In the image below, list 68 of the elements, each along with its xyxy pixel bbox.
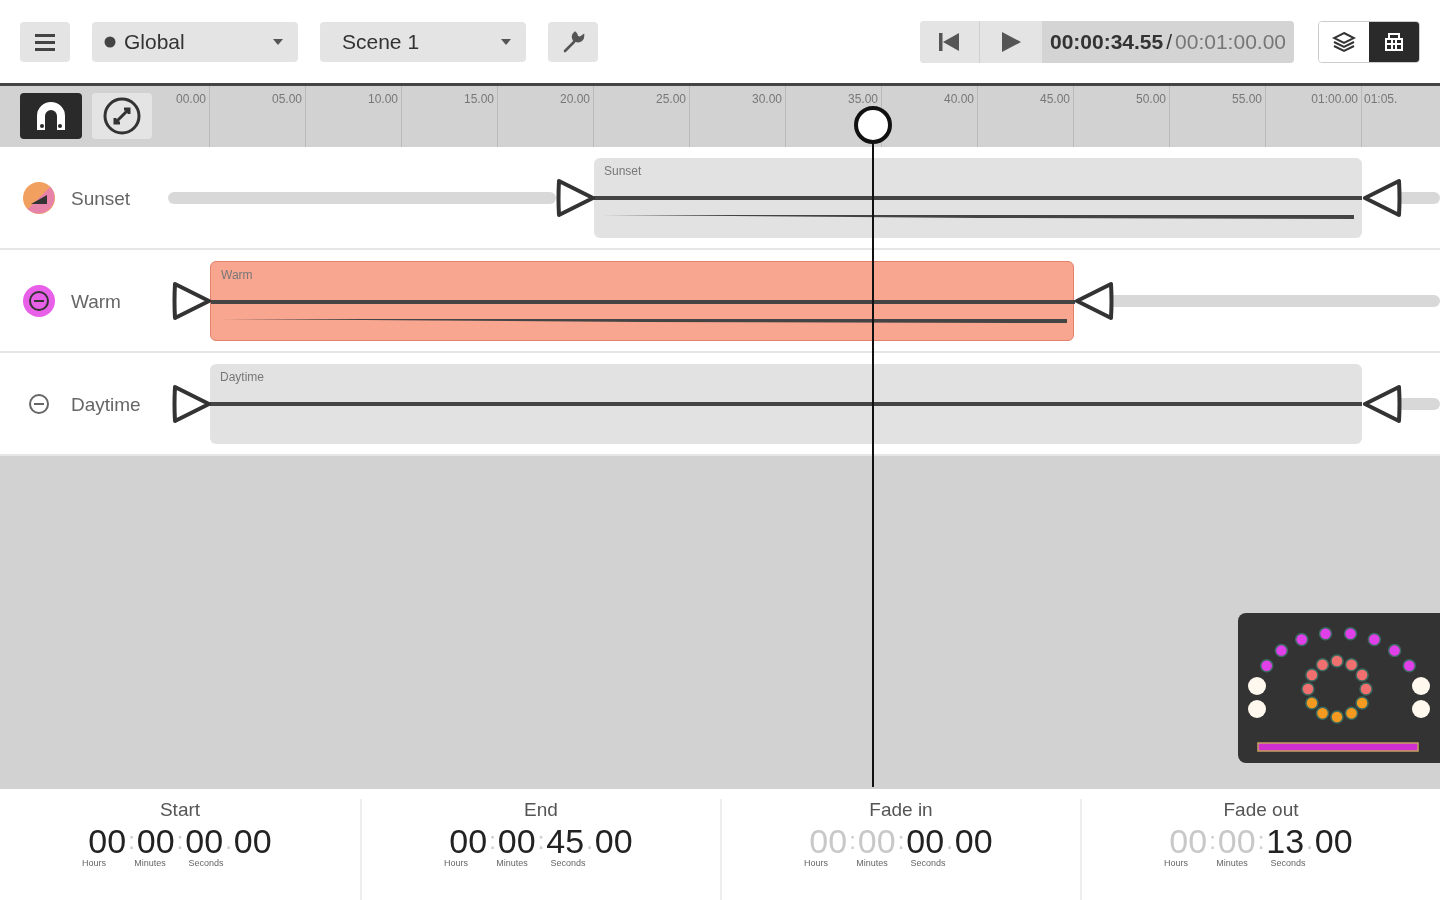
scene-dropdown[interactable]: Scene 1 — [320, 21, 526, 62]
unit-label: Hours — [1163, 857, 1189, 870]
track-name: Warm — [71, 290, 121, 314]
clip-label: Sunset — [604, 163, 642, 180]
unit-label: Seconds — [187, 857, 225, 870]
wrench-button[interactable] — [548, 21, 598, 62]
caret-icon — [272, 37, 284, 46]
fade-in-handle[interactable] — [172, 384, 212, 424]
unit-label: Seconds — [1269, 857, 1307, 870]
track-icon — [22, 181, 56, 215]
time-digits[interactable]: 00 — [954, 821, 993, 861]
snap-toggle[interactable] — [20, 93, 82, 139]
unit-label: Minutes — [495, 857, 529, 870]
clip-label: Daytime — [220, 369, 264, 386]
field-label: Fade out — [1222, 799, 1300, 821]
menu-icon — [34, 31, 56, 52]
track-name: Daytime — [71, 393, 141, 417]
field-label: Start — [158, 799, 202, 821]
clip[interactable]: Sunset — [594, 158, 1362, 238]
time-digits[interactable]: 00 — [1314, 821, 1353, 861]
skip-back-button[interactable] — [919, 20, 980, 63]
unit-label: Minutes — [133, 857, 167, 870]
fade-in-handle[interactable] — [556, 178, 596, 218]
group-dropdown[interactable]: Global — [92, 21, 298, 62]
time-separator: / — [1166, 28, 1173, 55]
menu-button[interactable] — [20, 21, 70, 62]
fade-in-handle[interactable] — [172, 281, 212, 321]
separator: : — [849, 826, 856, 856]
fade-out-handle[interactable] — [1362, 384, 1402, 424]
separator: . — [225, 826, 232, 856]
clip[interactable]: Daytime — [210, 364, 1362, 444]
separator: . — [946, 826, 953, 856]
time-digits[interactable]: 00 — [594, 821, 633, 861]
separator: : — [128, 826, 135, 856]
separator: : — [1209, 826, 1216, 856]
unit-label: Seconds — [909, 857, 947, 870]
dropdown-label: Scene 1 — [342, 28, 420, 55]
separator: : — [897, 826, 905, 856]
total-time: 00:01:00.00 — [1175, 28, 1286, 55]
separator: : — [489, 826, 496, 856]
expand-icon — [102, 96, 142, 136]
current-time: 00:00:34.55 — [1049, 28, 1164, 55]
dropdown-label: Global — [124, 28, 185, 55]
field-label: Fade in — [868, 799, 934, 821]
time-digits[interactable]: 00 — [233, 821, 272, 861]
unit-label: Hours — [803, 857, 829, 870]
fade-out-handle[interactable] — [1362, 178, 1402, 218]
unit-label: Seconds — [549, 857, 587, 870]
magnet-icon — [34, 100, 68, 132]
separator: . — [1306, 826, 1313, 856]
separator: : — [1257, 826, 1265, 856]
clip-label: Warm — [221, 267, 253, 284]
separator: : — [176, 826, 184, 856]
layers-icon — [1332, 29, 1356, 54]
dot-icon — [104, 35, 116, 48]
caret-icon — [500, 37, 512, 46]
view-toggle[interactable] — [1369, 21, 1419, 62]
track-name: Sunset — [71, 187, 131, 211]
field-label: End — [523, 799, 559, 821]
unit-label: Minutes — [855, 857, 889, 870]
unit-label: Minutes — [1215, 857, 1249, 870]
separator: . — [586, 826, 593, 856]
fade-out-handle[interactable] — [1074, 281, 1114, 321]
wrench-icon — [561, 29, 585, 54]
tick-label: 01:05. — [1364, 91, 1399, 108]
fit-button[interactable] — [92, 93, 152, 139]
separator: : — [537, 826, 545, 856]
track-icon — [22, 284, 56, 318]
